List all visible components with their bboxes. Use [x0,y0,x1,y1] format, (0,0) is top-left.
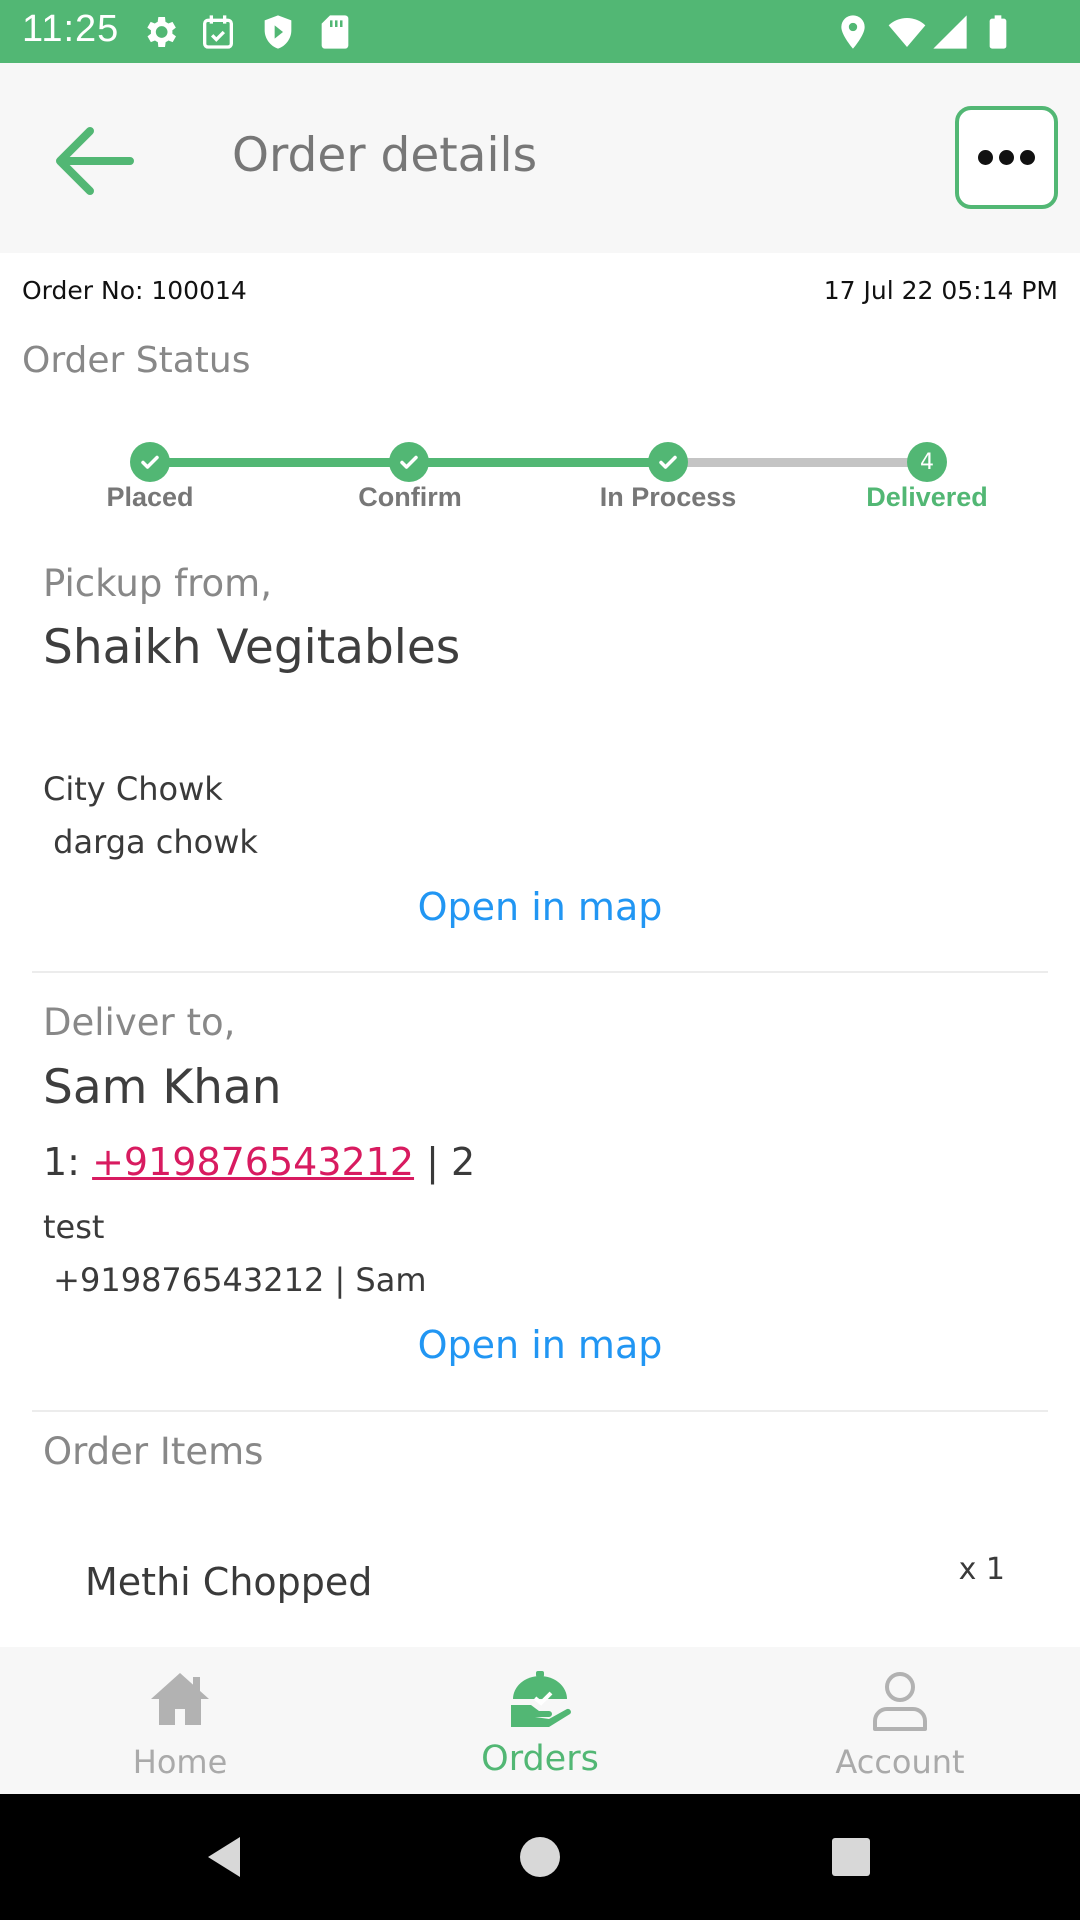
delivery-address-line2: +919876543212 | Sam [43,1261,427,1299]
divider [32,1410,1048,1412]
back-button[interactable] [50,121,140,201]
nav-label-account: Account [835,1743,965,1781]
more-horizontal-icon [978,150,993,165]
phone-suffix: | 2 [426,1140,476,1184]
nav-item-home[interactable]: Home [0,1647,360,1794]
order-status-heading: Order Status [22,340,251,381]
order-item-qty: x 1 [958,1552,1005,1587]
app-bar: Order details [0,63,1080,253]
step-label-delivered: Delivered [866,482,988,512]
delivery-address-line1: test [43,1208,105,1246]
location-icon [841,15,865,49]
back-triangle-icon[interactable] [200,1832,250,1882]
pickup-address-line2: darga chowk [43,823,258,861]
delivery-heading: Deliver to, [43,1001,236,1044]
nav-item-orders[interactable]: Orders [360,1647,720,1794]
order-date: 17 Jul 22 05:14 PM [823,276,1058,305]
status-bar: 11:25 [0,0,1080,63]
wifi-icon [888,18,926,47]
step-connector [410,458,668,467]
status-time: 11:25 [22,8,120,50]
pickup-address-line1: City Chowk [43,770,223,808]
home-icon [151,1673,209,1725]
battery-icon [989,15,1007,49]
pickup-store-name: Shaikh Vegitables [43,620,461,675]
step-check-icon [648,442,688,482]
pickup-open-map-link[interactable]: Open in map [0,885,1080,929]
page-title: Order details [232,128,538,183]
cellular-signal-icon [933,15,967,49]
nav-label-orders: Orders [481,1739,599,1779]
step-connector [150,458,410,467]
arrow-left-icon [56,127,134,195]
shield-play-icon [264,15,292,49]
delivery-open-map-link[interactable]: Open in map [0,1323,1080,1367]
order-status-stepper: 4 Placed Confirm In Process Delivered [0,430,1080,520]
order-items-heading: Order Items [43,1430,264,1473]
pickup-heading: Pickup from, [43,562,272,605]
calendar-check-icon [203,15,233,49]
step-number-badge: 4 [907,442,947,482]
nav-label-home: Home [132,1743,228,1781]
step-label-placed: Placed [106,482,194,512]
settings-icon [147,17,176,47]
phone-line: 1: +919876543212 | 2 [43,1140,475,1184]
step-label-confirm: Confirm [358,482,462,512]
order-item-name: Methi Chopped [85,1560,373,1604]
step-connector [668,458,928,467]
more-dot [999,150,1014,165]
customer-name: Sam Khan [43,1060,282,1115]
sd-card-icon [321,15,349,49]
more-dot [1020,150,1035,165]
step-label-in-process: In Process [599,482,737,512]
orders-icon [511,1671,571,1727]
step-check-icon [389,442,429,482]
more-options-button[interactable] [955,106,1058,209]
phone-prefix: 1: [43,1140,80,1184]
account-icon [873,1672,927,1731]
recents-square-icon[interactable] [826,1832,876,1882]
order-number: Order No: 100014 [22,276,247,305]
system-navigation-bar [0,1794,1080,1920]
phone-link[interactable]: +919876543212 [92,1140,414,1184]
divider [32,971,1048,973]
home-circle-icon[interactable] [515,1832,565,1882]
bottom-navigation: Home Orders Account [0,1647,1080,1794]
nav-item-account[interactable]: Account [720,1647,1080,1794]
step-check-icon [130,442,170,482]
